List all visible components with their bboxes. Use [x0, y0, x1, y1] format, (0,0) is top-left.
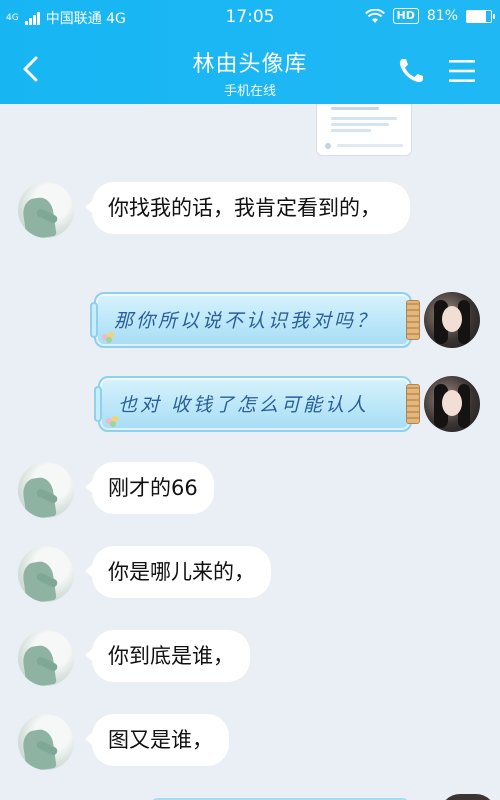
message-text: 也对 收钱了怎么可能认人	[118, 394, 370, 416]
message-bubble[interactable]: 你找我的话，我肯定看到的，	[85, 182, 410, 234]
flower-decoration-icon	[106, 416, 120, 427]
message-text: 你是哪儿来的，	[108, 560, 255, 584]
message-bubble[interactable]: 图又是谁，	[85, 714, 229, 766]
status-bar: 4G 中国联通 4G 17:05 HD 81%	[0, 0, 500, 34]
flower-decoration-icon	[102, 332, 116, 343]
phone-icon[interactable]	[396, 56, 426, 86]
hd-badge: HD	[392, 8, 419, 24]
bottle-message-bubble[interactable]: 也对 收钱了怎么可能认人	[94, 376, 420, 432]
message-bubble[interactable]: 你到底是谁，	[85, 630, 250, 682]
chevron-left-icon[interactable]	[14, 52, 48, 86]
contact-avatar[interactable]	[18, 630, 74, 686]
user-avatar[interactable]	[424, 376, 480, 432]
message-text: 刚才的66	[108, 476, 198, 500]
image-message-thumbnail[interactable]	[316, 104, 412, 156]
message-text: 那你所以说不认识我对吗？	[114, 310, 379, 332]
message-list[interactable]: 你找我的话，我肯定看到的， 那你所以说不认识我对吗？ 也对 收钱了怎么可能认人 …	[0, 104, 500, 800]
contact-avatar[interactable]	[18, 462, 74, 518]
chat-header: 4G 中国联通 4G 17:05 HD 81% 林由头像库 手机在线	[0, 0, 500, 104]
user-avatar[interactable]	[424, 292, 480, 348]
battery-percent: 81%	[426, 8, 458, 24]
message-text: 你到底是谁，	[108, 644, 234, 668]
contact-avatar[interactable]	[18, 182, 74, 238]
online-status: 手机在线	[223, 84, 276, 99]
message-text: 图又是谁，	[108, 728, 213, 752]
bottle-message-bubble[interactable]: 那你所以说不认识我对吗？	[90, 292, 420, 348]
chat-title: 林由头像库	[192, 52, 308, 77]
message-bubble[interactable]: 刚才的66	[85, 462, 214, 514]
contact-avatar[interactable]	[18, 714, 74, 770]
wifi-icon	[364, 8, 385, 23]
battery-icon	[466, 9, 495, 23]
message-text: 你找我的话，我肯定看到的，	[108, 196, 381, 220]
partial-user-avatar[interactable]	[440, 794, 496, 800]
status-right: HD 81%	[364, 8, 495, 24]
battery-level	[467, 10, 487, 22]
hamburger-menu-icon[interactable]	[448, 58, 476, 84]
chat-title-block[interactable]: 林由头像库 手机在线	[100, 46, 400, 99]
contact-avatar[interactable]	[18, 546, 74, 602]
message-bubble[interactable]: 你是哪儿来的，	[85, 546, 271, 598]
